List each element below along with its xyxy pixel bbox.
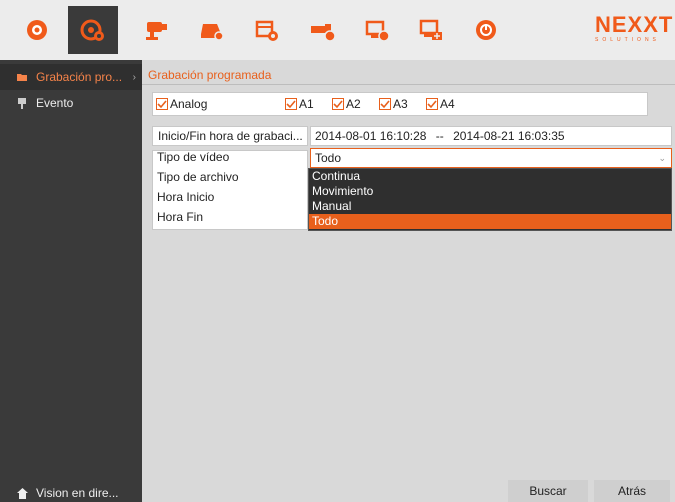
- sidebar-item-live-view[interactable]: Vision en dire...: [0, 480, 142, 502]
- dropdown-option[interactable]: Manual: [309, 199, 671, 214]
- shutdown-icon[interactable]: [461, 6, 511, 54]
- camera-icon[interactable]: [132, 6, 182, 54]
- chevron-right-icon: ›: [132, 71, 136, 83]
- sidebar: Grabación pro... › Evento Vision en dire…: [0, 60, 142, 502]
- channel-label: A3: [393, 97, 408, 111]
- channel-a3-checkbox[interactable]: A3: [379, 97, 408, 111]
- checkbox-checked-icon: [332, 98, 344, 110]
- start-time-label: Hora Inicio: [157, 190, 215, 204]
- sidebar-item-label: Vision en dire...: [36, 486, 119, 500]
- sidebar-item-label: Evento: [36, 96, 74, 110]
- dropdown-option-selected[interactable]: Todo: [309, 214, 671, 229]
- file-type-label: Tipo de archivo: [157, 170, 239, 184]
- sidebar-item-scheduled-recording[interactable]: Grabación pro... ›: [0, 64, 142, 90]
- dropdown-option[interactable]: Movimiento: [309, 184, 671, 199]
- sidebar-item-label: Grabación pro...: [36, 70, 123, 84]
- channel-selector: Analog A1 A2 A3 A4: [152, 92, 648, 116]
- maintenance-icon[interactable]: [406, 6, 456, 54]
- channel-a2-checkbox[interactable]: A2: [332, 97, 361, 111]
- sidebar-item-event[interactable]: Evento: [0, 90, 142, 116]
- start-datetime: 2014-08-01 16:10:28: [315, 129, 427, 143]
- analog-checkbox[interactable]: Analog: [156, 97, 207, 111]
- title-divider: [142, 84, 675, 85]
- video-type-row: Tipo de vídeo Todo ⌄: [152, 148, 672, 168]
- end-time-label: Hora Fin: [157, 210, 204, 224]
- video-type-dropdown: Continua Movimiento Manual Todo: [308, 168, 672, 231]
- home-icon: [16, 487, 28, 499]
- checkbox-checked-icon: [426, 98, 438, 110]
- chevron-down-icon: ⌄: [658, 153, 666, 163]
- video-type-select[interactable]: Todo ⌄: [310, 148, 672, 168]
- analog-label: Analog: [170, 97, 208, 111]
- video-type-value: Todo: [315, 151, 342, 165]
- page-title: Grabación programada: [148, 68, 272, 82]
- folder-icon: [16, 71, 28, 83]
- storage-icon[interactable]: [187, 6, 237, 54]
- end-datetime: 2014-08-21 16:03:35: [453, 129, 565, 143]
- range-separator: --: [435, 129, 444, 143]
- playback-icon[interactable]: [68, 6, 118, 54]
- brand-logo: NEXXT SOLUTIONS: [595, 14, 675, 50]
- live-view-icon[interactable]: [12, 6, 62, 54]
- main-panel: Grabación programada Analog A1 A2 A3 A4 …: [142, 60, 675, 502]
- search-button[interactable]: Buscar: [508, 480, 588, 502]
- time-range-value: 2014-08-01 16:10:28 -- 2014-08-21 16:03:…: [310, 126, 672, 146]
- checkbox-checked-icon: [379, 98, 391, 110]
- network-icon[interactable]: [298, 6, 348, 54]
- dropdown-option[interactable]: Continua: [309, 169, 671, 184]
- channel-label: A4: [440, 97, 455, 111]
- video-type-label: Tipo de vídeo: [157, 150, 230, 164]
- pin-icon: [16, 97, 28, 109]
- channel-label: A2: [346, 97, 361, 111]
- channel-label: A1: [299, 97, 314, 111]
- checkbox-checked-icon: [156, 98, 168, 110]
- top-toolbar: NEXXT SOLUTIONS: [0, 0, 675, 60]
- time-range-label: Inicio/Fin hora de grabaci...: [152, 126, 308, 146]
- record-icon[interactable]: [242, 6, 292, 54]
- brand-name: NEXXT: [595, 12, 674, 37]
- channel-a1-checkbox[interactable]: A1: [285, 97, 314, 111]
- system-icon[interactable]: [352, 6, 402, 54]
- brand-subtitle: SOLUTIONS: [595, 37, 660, 43]
- back-button[interactable]: Atrás: [594, 480, 670, 502]
- channel-a4-checkbox[interactable]: A4: [426, 97, 455, 111]
- checkbox-checked-icon: [285, 98, 297, 110]
- time-range-row: Inicio/Fin hora de grabaci... 2014-08-01…: [152, 126, 672, 146]
